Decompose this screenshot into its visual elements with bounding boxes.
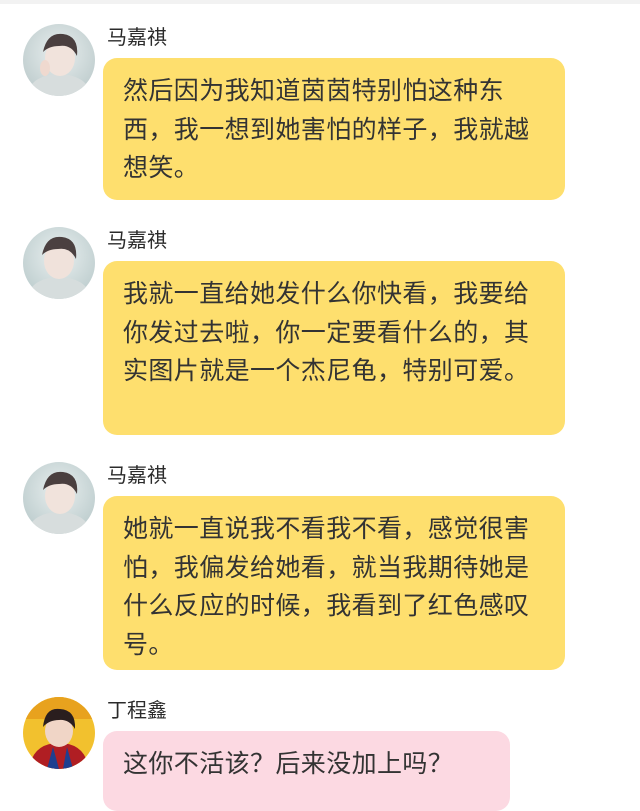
chat-message: 马嘉祺 然后因为我知道茵茵特别怕这种东西，我一想到她害怕的样子，我就越想笑。 (0, 24, 640, 204)
sender-name: 马嘉祺 (107, 463, 167, 487)
avatar[interactable] (23, 462, 95, 534)
chat-message: 丁程鑫 这你不活该？后来没加上吗？ (0, 697, 640, 811)
sender-name: 马嘉祺 (107, 25, 167, 49)
avatar-photo-icon (23, 697, 95, 769)
message-bubble[interactable]: 我就一直给她发什么你快看，我要给你发过去啦，你一定要看什么的，其实图片就是一个杰… (103, 261, 565, 435)
avatar[interactable] (23, 697, 95, 769)
avatar-photo-icon (23, 462, 95, 534)
sender-name: 丁程鑫 (107, 698, 167, 722)
top-divider (0, 0, 640, 4)
chat-message: 马嘉祺 我就一直给她发什么你快看，我要给你发过去啦，你一定要看什么的，其实图片就… (0, 227, 640, 437)
sender-name: 马嘉祺 (107, 228, 167, 252)
message-bubble[interactable]: 这你不活该？后来没加上吗？ (103, 731, 510, 811)
avatar-photo-icon (23, 24, 95, 96)
chat-message: 马嘉祺 她就一直说我不看我不看，感觉很害怕，我偏发给她看，就当我期待她是什么反应… (0, 462, 640, 672)
avatar[interactable] (23, 24, 95, 96)
avatar[interactable] (23, 227, 95, 299)
message-bubble[interactable]: 她就一直说我不看我不看，感觉很害怕，我偏发给她看，就当我期待她是什么反应的时候，… (103, 496, 565, 670)
avatar-photo-icon (23, 227, 95, 299)
message-bubble[interactable]: 然后因为我知道茵茵特别怕这种东西，我一想到她害怕的样子，我就越想笑。 (103, 58, 565, 200)
